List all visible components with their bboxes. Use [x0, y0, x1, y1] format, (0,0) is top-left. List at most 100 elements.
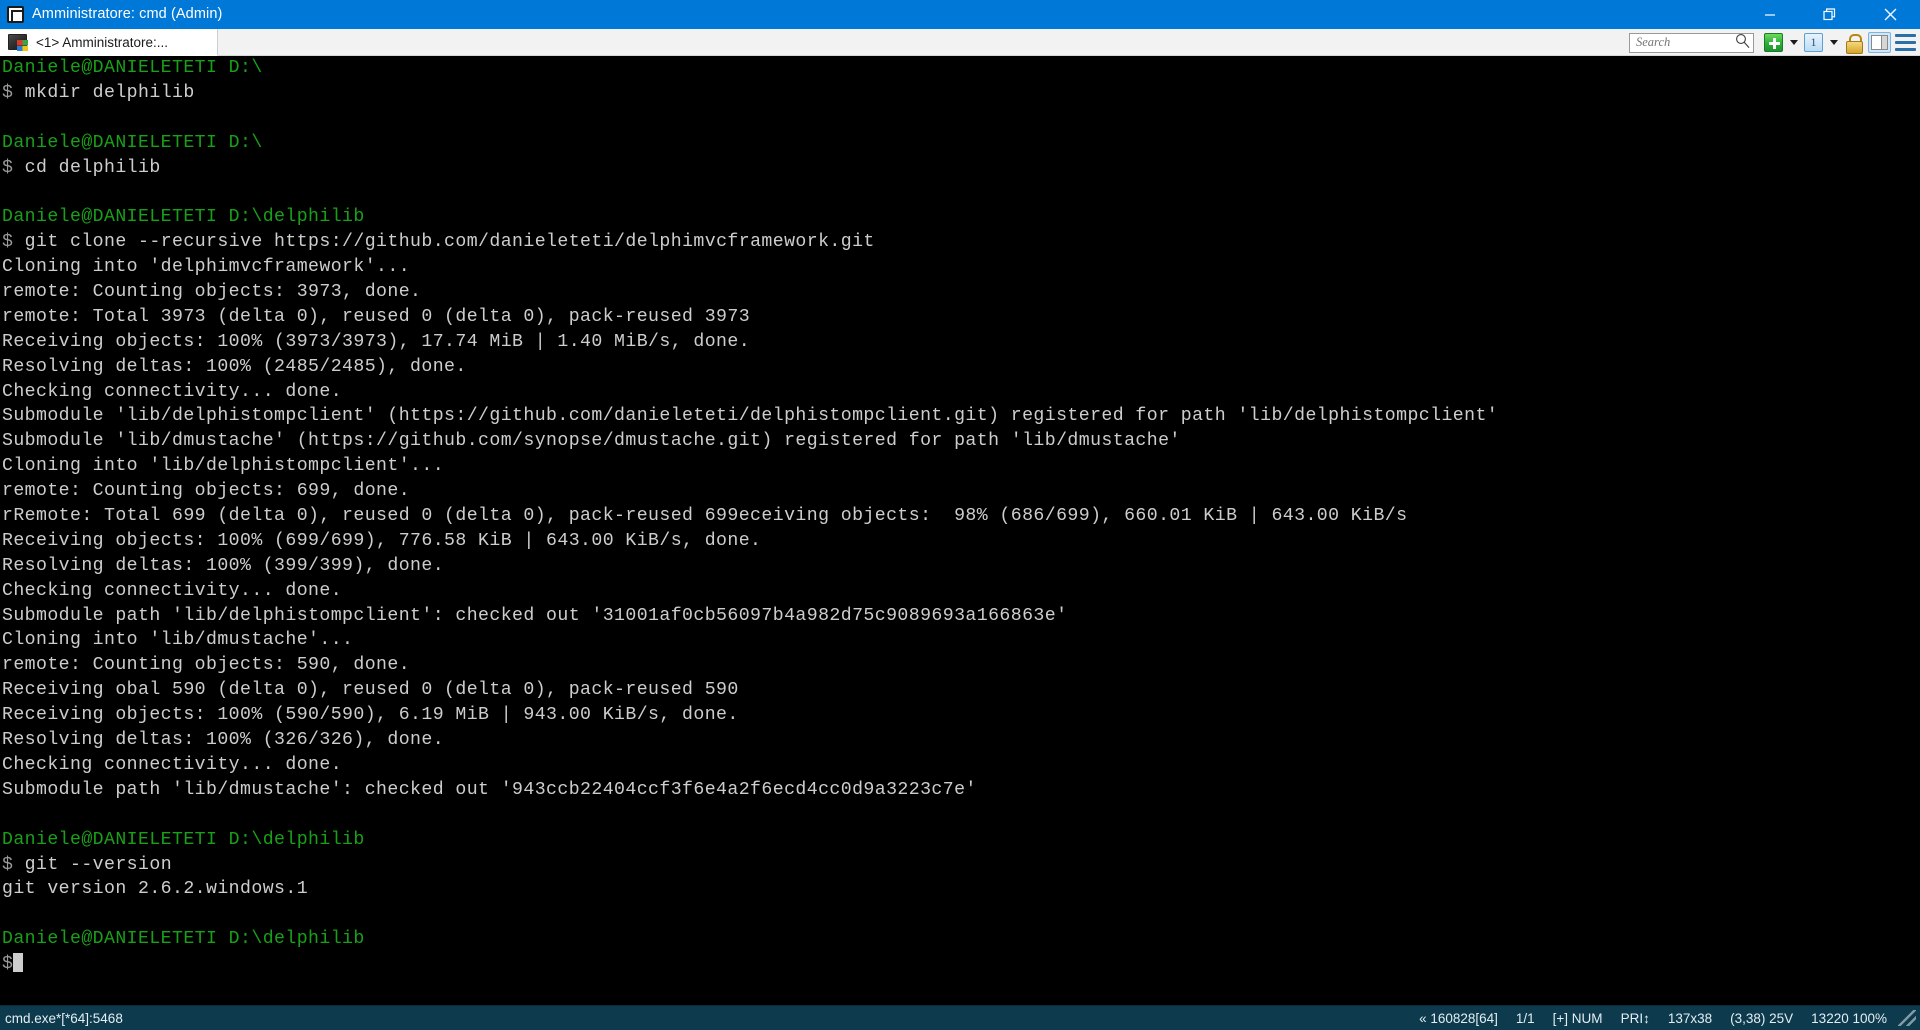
- terminal-line: $ git --version: [2, 853, 1918, 878]
- close-button[interactable]: [1860, 0, 1920, 29]
- terminal-text: remote: Total 3973 (delta 0), reused 0 (…: [2, 306, 751, 327]
- terminal-line: Resolving deltas: 100% (326/326), done.: [2, 728, 1918, 753]
- terminal-line: remote: Counting objects: 590, done.: [2, 653, 1918, 678]
- new-console-button[interactable]: [1763, 32, 1784, 53]
- switch-console-dropdown[interactable]: [1827, 32, 1840, 53]
- green-plus-icon: [1764, 33, 1783, 52]
- status-bar: cmd.exe*[*64]:5468 « 160828[64] 1/1 [+] NU…: [0, 1005, 1920, 1030]
- terminal-text: $: [2, 854, 14, 875]
- terminal-line: rRemote: Total 699 (delta 0), reused 0 (…: [2, 504, 1918, 529]
- status-item: 137x38: [1667, 1010, 1713, 1026]
- terminal-text: Checking connectivity... done.: [2, 381, 343, 402]
- hamburger-menu-icon: [1895, 34, 1916, 51]
- terminal-line: Cloning into 'lib/dmustache'...: [2, 628, 1918, 653]
- window-title: Amministratore: cmd (Admin): [32, 6, 223, 22]
- terminal-line: $: [2, 952, 1918, 977]
- terminal-text: Daniele@DANIELETETI D:\delphilib: [2, 207, 365, 228]
- terminal-text: $: [2, 954, 14, 975]
- console-window-icon: [7, 6, 24, 23]
- terminal-line: Submodule 'lib/delphistompclient' (https…: [2, 404, 1918, 429]
- terminal-line: Checking connectivity... done.: [2, 753, 1918, 778]
- console-tab-icon: [8, 34, 28, 51]
- panes-button[interactable]: [1867, 32, 1892, 53]
- status-indicators: « 160828[64] 1/1 [+] NUM PRI↕ 137x38 (3,38) 2…: [1410, 1010, 1916, 1026]
- window-titlebar[interactable]: Amministratore: cmd (Admin): [0, 0, 1920, 29]
- terminal-text: Resolving deltas: 100% (399/399), done.: [2, 555, 445, 576]
- minimize-button[interactable]: [1740, 0, 1800, 29]
- status-item: (3,38) 25V: [1730, 1010, 1794, 1026]
- status-item: 13220 100%: [1811, 1010, 1887, 1026]
- window-controls: [1740, 0, 1920, 29]
- tab-toolbar-row: <1> Amministratore:... 1: [0, 29, 1920, 56]
- terminal-text: git clone --recursive https://github.com…: [13, 232, 875, 253]
- terminal-line: Daniele@DANIELETETI D:\: [2, 131, 1918, 156]
- terminal-text: Daniele@DANIELETETI D:\: [2, 132, 263, 153]
- terminal-line: git version 2.6.2.windows.1: [2, 877, 1918, 902]
- terminal-text: mkdir delphilib: [13, 82, 195, 103]
- terminal-text: $: [2, 232, 14, 253]
- search-box[interactable]: [1629, 32, 1754, 53]
- terminal-line: Submodule path 'lib/delphistompclient': …: [2, 604, 1918, 629]
- terminal-line: Daniele@DANIELETETI D:\delphilib: [2, 205, 1918, 230]
- terminal-text: Submodule path 'lib/dmustache': checked …: [2, 779, 977, 800]
- search-icon[interactable]: [1735, 33, 1750, 53]
- terminal-text: Receiving objects: 100% (590/590), 6.19 …: [2, 705, 739, 726]
- terminal-text: git version 2.6.2.windows.1: [2, 879, 309, 900]
- terminal-text: Checking connectivity... done.: [2, 754, 343, 775]
- terminal-text: remote: Counting objects: 699, done.: [2, 481, 411, 502]
- menu-button[interactable]: [1895, 32, 1916, 53]
- terminal-text: Daniele@DANIELETETI D:\delphilib: [2, 929, 365, 950]
- terminal-line: $ mkdir delphilib: [2, 81, 1918, 106]
- terminal-output-area[interactable]: Daniele@DANIELETETI D:\ $ mkdir delphilib…: [0, 56, 1920, 1005]
- chevron-down-icon: [1789, 40, 1798, 45]
- switch-console-button[interactable]: 1: [1803, 32, 1824, 53]
- terminal-line: $ git clone --recursive https://github.c…: [2, 230, 1918, 255]
- terminal-text: Cloning into 'lib/delphistompclient'...: [2, 456, 445, 477]
- terminal-line: Checking connectivity... done.: [2, 579, 1918, 604]
- terminal-text: remote: Counting objects: 3973, done.: [2, 282, 422, 303]
- terminal-text: rRemote: Total 699 (delta 0), reused 0 (…: [2, 506, 1408, 527]
- terminal-text: git --version: [13, 854, 173, 875]
- terminal-line: Daniele@DANIELETETI D:\: [2, 56, 1918, 81]
- lock-button[interactable]: [1843, 32, 1864, 54]
- status-item: 1/1: [1515, 1010, 1535, 1026]
- terminal-line: Cloning into 'lib/delphistompclient'...: [2, 454, 1918, 479]
- terminal-text: Daniele@DANIELETETI D:\: [2, 58, 263, 78]
- chevron-down-icon: [1829, 40, 1838, 45]
- terminal-lines: Daniele@DANIELETETI D:\ $ mkdir delphilib…: [2, 56, 1918, 977]
- status-item: « 160828[64]: [1419, 1010, 1498, 1026]
- status-item: [+] NUM: [1552, 1010, 1603, 1026]
- terminal-line: Submodule path 'lib/dmustache': checked …: [2, 778, 1918, 803]
- terminal-line: Resolving deltas: 100% (2485/2485), done…: [2, 355, 1918, 380]
- split-panes-icon: [1868, 32, 1891, 53]
- terminal-text: Cloning into 'delphimvcframework'...: [2, 257, 411, 278]
- terminal-line: remote: Counting objects: 699, done.: [2, 479, 1918, 504]
- terminal-line: Checking connectivity... done.: [2, 380, 1918, 405]
- tab-console-1[interactable]: <1> Amministratore:...: [0, 29, 218, 56]
- terminal-text: Daniele@DANIELETETI D:\delphilib: [2, 829, 365, 850]
- terminal-text: Receiving obal 590 (delta 0), reused 0 (…: [2, 680, 739, 701]
- terminal-line: Daniele@DANIELETETI D:\delphilib: [2, 927, 1918, 952]
- terminal-text: cd delphilib: [13, 157, 161, 178]
- tab-label: <1> Amministratore:...: [36, 34, 169, 50]
- terminal-text: Resolving deltas: 100% (326/326), done.: [2, 730, 445, 751]
- toolbar: 1: [1629, 29, 1916, 56]
- terminal-line: Resolving deltas: 100% (399/399), done.: [2, 554, 1918, 579]
- text-cursor: [13, 953, 24, 973]
- resize-grip[interactable]: [1898, 1010, 1916, 1026]
- terminal-text: Receiving objects: 100% (3973/3973), 17.…: [2, 331, 751, 352]
- console-1-icon: 1: [1804, 33, 1823, 52]
- restore-button[interactable]: [1800, 0, 1860, 29]
- new-console-dropdown[interactable]: [1787, 32, 1800, 53]
- terminal-text: Resolving deltas: 100% (2485/2485), done…: [2, 356, 467, 377]
- terminal-text: Submodule 'lib/delphistompclient' (https…: [2, 406, 1499, 427]
- terminal-line: remote: Total 3973 (delta 0), reused 0 (…: [2, 305, 1918, 330]
- search-input[interactable]: [1636, 35, 1735, 50]
- terminal-text: Submodule path 'lib/delphistompclient': …: [2, 605, 1068, 626]
- terminal-line: Receiving objects: 100% (3973/3973), 17.…: [2, 330, 1918, 355]
- terminal-line: Receiving objects: 100% (699/699), 776.5…: [2, 529, 1918, 554]
